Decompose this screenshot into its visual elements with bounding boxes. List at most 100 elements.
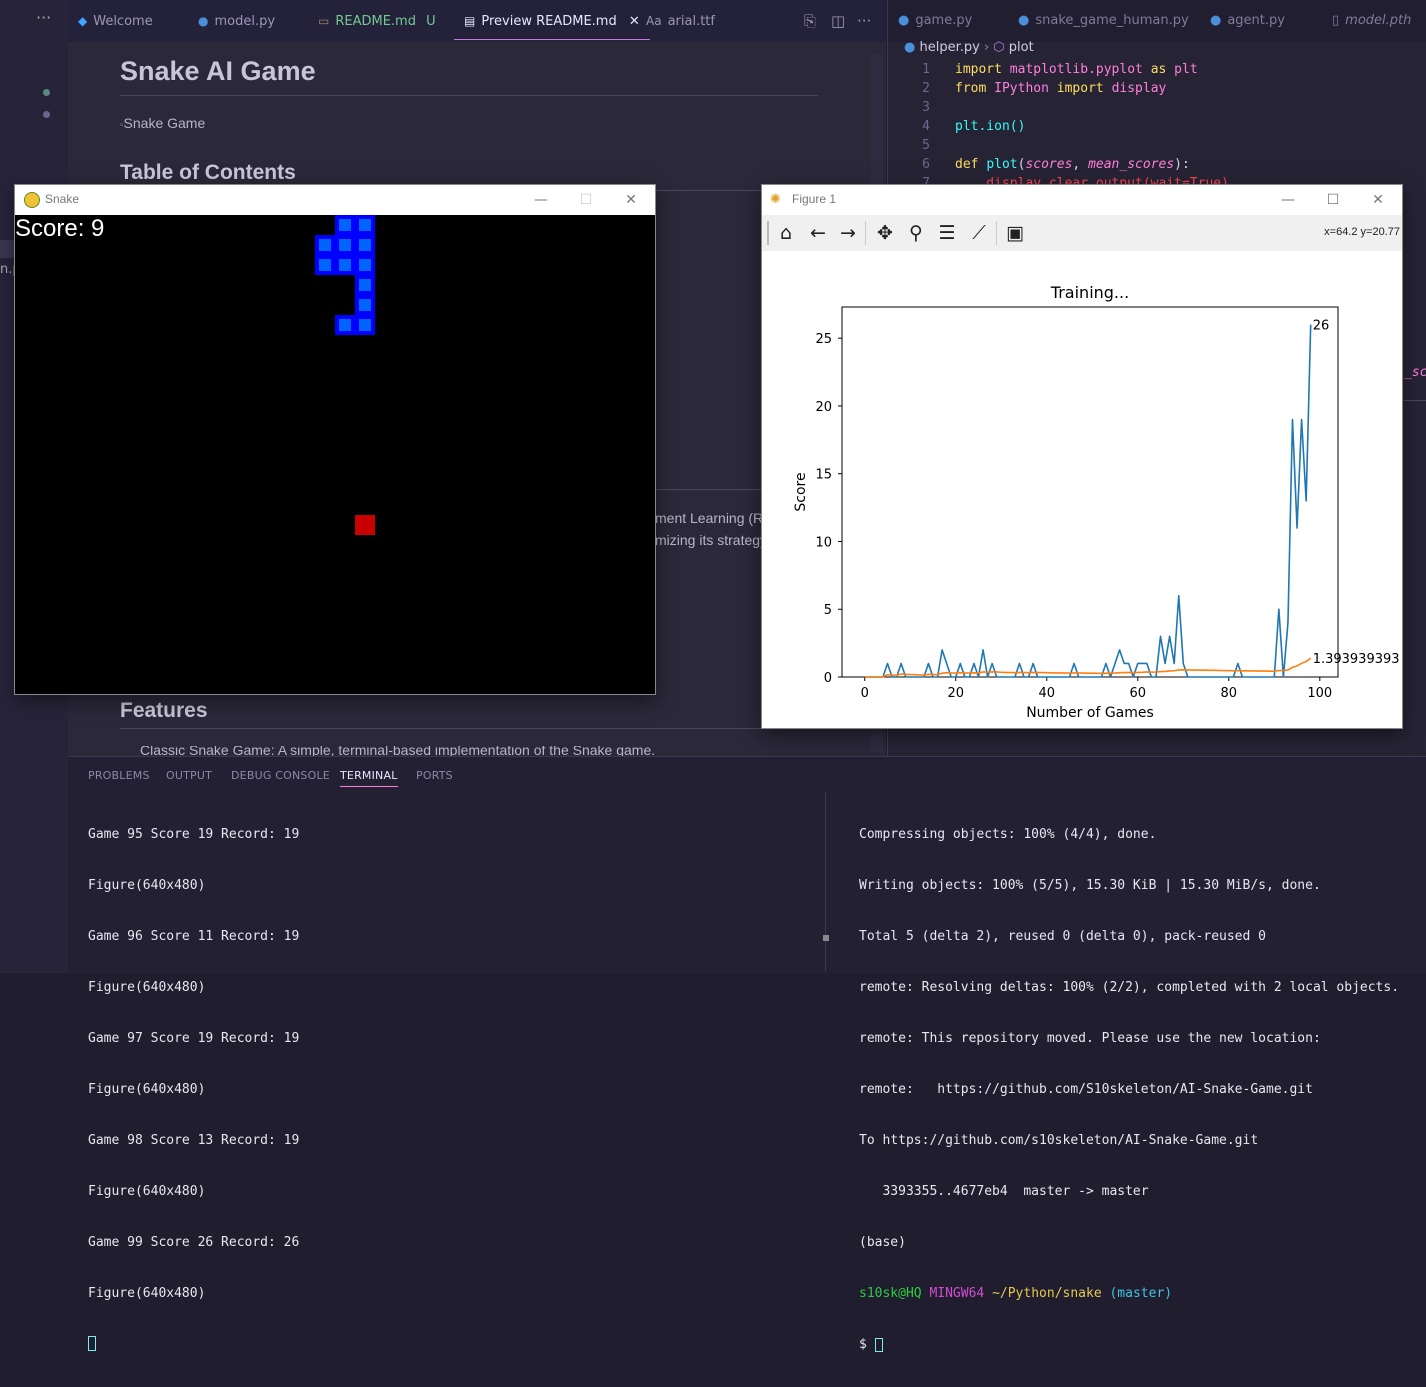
snake-segment xyxy=(355,255,375,275)
split-editor-icon[interactable]: ◫ xyxy=(831,0,845,42)
paragraph-fragment: mizing its strategy xyxy=(655,532,768,548)
terminal-line: Figure(640x480) xyxy=(88,1286,206,1301)
food-pellet xyxy=(355,515,375,535)
terminal-line: 3393355..4677eb4 master -> master xyxy=(859,1184,1149,1199)
tab-terminal[interactable]: TERMINAL xyxy=(340,769,398,787)
save-icon[interactable]: ▣ xyxy=(1002,221,1028,245)
tab-snake-game-human-py[interactable]: ● snake_game_human.py xyxy=(1018,0,1189,42)
terminal-line: Game 98 Score 13 Record: 19 xyxy=(88,1133,300,1148)
forward-arrow-icon[interactable]: → xyxy=(835,221,861,245)
window-titlebar[interactable]: ✺ Figure 1 — ☐ ✕ xyxy=(762,185,1402,215)
x-tick-label: 20 xyxy=(947,686,964,701)
snake-segment xyxy=(315,255,335,275)
zoom-icon[interactable]: ⚲ xyxy=(903,221,929,245)
snake-segment xyxy=(315,235,335,255)
markdown-icon: ▭ xyxy=(318,14,330,28)
window-titlebar[interactable]: Snake — ☐ ✕ xyxy=(15,185,655,215)
figure-window[interactable]: ✺ Figure 1 — ☐ ✕ ⌂ ← → ✥ ⚲ ☰ ⟋ ▣ x=64.2 … xyxy=(762,185,1402,728)
back-arrow-icon[interactable]: ← xyxy=(805,221,831,245)
terminal-right[interactable]: Compressing objects: 100% (4/4), done. W… xyxy=(859,792,1399,1387)
vscode-icon: ◆ xyxy=(78,14,88,28)
snake-segment xyxy=(335,315,355,335)
x-tick-label: 100 xyxy=(1307,686,1332,701)
terminal-line: Game 97 Score 19 Record: 19 xyxy=(88,1031,300,1046)
game-canvas[interactable]: Score: 9 xyxy=(15,215,655,694)
tab-readme-md[interactable]: ▭ README.md U xyxy=(318,0,436,42)
snake-segment xyxy=(355,315,375,335)
untracked-badge: U xyxy=(426,14,436,29)
divider xyxy=(1404,400,1426,401)
y-tick-label: 10 xyxy=(815,535,832,550)
features-heading: Features xyxy=(120,699,208,722)
close-tab-icon[interactable]: ✕ xyxy=(629,14,640,29)
tab-preview-readme[interactable]: ▤ Preview README.md ✕ xyxy=(454,0,650,40)
toc-heading: Table of Contents xyxy=(120,161,296,184)
toolbar-separator xyxy=(865,221,866,245)
minimize-icon[interactable]: — xyxy=(1274,189,1302,211)
broken-image: ▫Snake Game xyxy=(120,115,206,131)
snake-segment xyxy=(355,295,375,315)
terminal-line: remote: Resolving deltas: 100% (2/2), co… xyxy=(859,980,1400,995)
plot-frame xyxy=(841,306,1339,678)
close-icon[interactable]: ✕ xyxy=(617,189,645,211)
cursor-coordinates: x=64.2 y=20.77 xyxy=(1324,226,1400,238)
terminal-cursor xyxy=(874,1337,883,1352)
editor-tab-bar-left: ◆ Welcome ● model.py ▭ README.md U ▤ Preview… xyxy=(68,0,886,42)
tab-model-py[interactable]: ● model.py xyxy=(198,0,275,42)
snake-window[interactable]: Snake — ☐ ✕ Score: 9 xyxy=(15,185,655,694)
terminal-left[interactable]: Game 95 Score 19 Record: 19 Figure(640x4… xyxy=(88,792,299,1385)
home-icon[interactable]: ⌂ xyxy=(773,221,799,245)
code-area[interactable]: 1 import matplotlib.pyplot as plt 2 from I… xyxy=(888,60,1426,188)
edit-axes-icon[interactable]: ⟋ xyxy=(966,221,992,245)
pygame-icon xyxy=(24,192,40,208)
score-label: Score: 9 xyxy=(15,215,105,242)
terminal-input-line: $ xyxy=(859,1336,1399,1353)
tab-problems[interactable]: PROBLEMS xyxy=(88,769,150,782)
terminal-line: Compressing objects: 100% (4/4), done. xyxy=(859,827,1157,842)
minimize-icon[interactable]: — xyxy=(527,189,555,211)
window-title: Snake xyxy=(45,192,80,206)
y-tick-label: 0 xyxy=(824,671,832,686)
tab-output[interactable]: OUTPUT xyxy=(166,769,212,782)
pan-icon[interactable]: ✥ xyxy=(872,221,898,245)
tab-welcome[interactable]: ◆ Welcome xyxy=(78,0,153,42)
maximize-icon[interactable]: ☐ xyxy=(572,189,600,211)
scrollbar-thumb[interactable] xyxy=(823,935,829,941)
more-actions-icon[interactable]: ··· xyxy=(36,8,51,27)
status-dot-icon xyxy=(43,111,50,118)
line-number: 1 xyxy=(922,62,930,77)
tab-agent-py[interactable]: ● agent.py xyxy=(1210,0,1285,42)
python-icon: ● xyxy=(898,13,910,28)
tab-model-pth[interactable]: ▯ model.pth xyxy=(1332,0,1411,42)
terminal-line: Figure(640x480) xyxy=(88,878,206,893)
more-actions-icon[interactable]: ··· xyxy=(857,0,871,42)
snake-segment xyxy=(355,275,375,295)
features-list: Classic Snake Game: A simple, terminal-b… xyxy=(120,746,820,756)
explorer-fragment xyxy=(0,240,14,258)
close-icon[interactable]: ✕ xyxy=(1364,189,1392,211)
open-changes-icon[interactable]: ⎘ xyxy=(804,0,816,42)
last-mean-score-label: 1.393939393 xyxy=(1313,652,1400,667)
terminal-line: Game 96 Score 11 Record: 19 xyxy=(88,929,300,944)
tab-game-py[interactable]: ● game.py xyxy=(898,0,972,42)
tab-arial-ttf[interactable]: Aa arial.ttf xyxy=(646,0,715,42)
python-icon: ● xyxy=(904,40,916,55)
chevron-right-icon: › xyxy=(983,40,990,55)
snake-segment xyxy=(335,235,355,255)
x-tick-label: 0 xyxy=(861,686,869,701)
code-fragment: _sc xyxy=(1404,365,1426,380)
python-icon: ● xyxy=(198,14,209,28)
terminal-split-divider[interactable] xyxy=(825,792,826,972)
line-number: 6 xyxy=(922,157,930,172)
window-title: Figure 1 xyxy=(792,192,837,206)
terminal-line: remote: This repository moved. Please us… xyxy=(859,1031,1321,1046)
configure-subplots-icon[interactable]: ☰ xyxy=(934,221,960,245)
training-chart[interactable]: Training... Number of Games Score 0 20 40 60 80… xyxy=(762,251,1402,728)
tab-debug-console[interactable]: DEBUG CONSOLE xyxy=(231,769,330,782)
terminal-line: (base) xyxy=(859,1235,906,1250)
maximize-icon[interactable]: ☐ xyxy=(1319,189,1347,211)
line-number: 2 xyxy=(922,81,930,96)
tab-ports[interactable]: PORTS xyxy=(416,769,453,782)
terminal-line: Figure(640x480) xyxy=(88,980,206,995)
line-number: 5 xyxy=(922,138,930,153)
